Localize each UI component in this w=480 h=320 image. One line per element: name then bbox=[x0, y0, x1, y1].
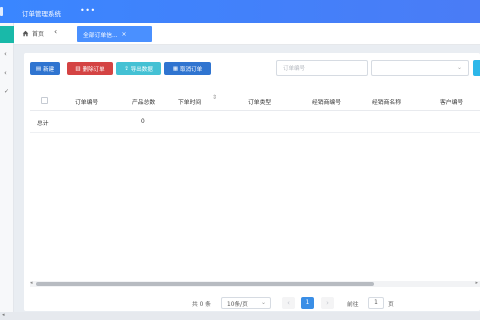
scroll-right-icon[interactable]: ▸ bbox=[475, 280, 478, 286]
sidebar-active-item[interactable] bbox=[0, 26, 14, 43]
total-label: 总计 bbox=[37, 121, 49, 127]
page-number-button[interactable]: 1 bbox=[301, 297, 314, 309]
home-icon bbox=[22, 30, 29, 37]
logo-edge bbox=[0, 7, 3, 16]
more-menu-icon[interactable]: ••• bbox=[80, 6, 96, 15]
new-button[interactable]: ▤ 新建 bbox=[30, 62, 60, 75]
column-header-order-time[interactable]: 下单时间 bbox=[178, 97, 201, 106]
search-button[interactable] bbox=[473, 60, 480, 76]
table-header: 订单编号 产品总数 下单时间 ⇕ 订单类型 经销商编号 经销商名称 客户编号 bbox=[30, 91, 480, 111]
list-icon: ▦ bbox=[172, 65, 179, 72]
tab-home-label: 首页 bbox=[32, 31, 45, 38]
chevron-down-icon: ⌄ bbox=[260, 299, 266, 306]
goto-label: 前往 bbox=[347, 302, 359, 308]
page-suffix-label: 页 bbox=[388, 302, 394, 308]
column-header-dealer-number[interactable]: 经销商编号 bbox=[312, 97, 341, 106]
goto-page-input[interactable]: 1 bbox=[368, 297, 384, 309]
scroll-left-icon[interactable]: ◂ bbox=[2, 312, 5, 318]
filter-select[interactable]: ⌄ bbox=[371, 60, 469, 76]
export-icon: ⇪ bbox=[124, 65, 129, 72]
total-product-count: 0 bbox=[141, 119, 145, 125]
cancel-order-label: 取消订单 bbox=[180, 66, 203, 73]
column-header-order-number[interactable]: 订单编号 bbox=[75, 97, 98, 106]
total-count: 共 0 条 bbox=[192, 302, 211, 308]
cancel-order-button[interactable]: ▦ 取消订单 bbox=[164, 62, 211, 75]
tab-all-orders[interactable]: 全部订单信... × bbox=[77, 26, 152, 42]
trash-icon: ▥ bbox=[75, 65, 81, 72]
prev-page-button[interactable]: ‹ bbox=[282, 297, 295, 309]
horizontal-scrollbar[interactable]: ◂ ▸ bbox=[30, 280, 480, 287]
column-header-dealer-name[interactable]: 经销商名称 bbox=[372, 97, 401, 106]
new-button-label: 新建 bbox=[43, 66, 55, 73]
select-all-checkbox[interactable] bbox=[41, 97, 48, 104]
tab-back-icon[interactable]: ‹ bbox=[54, 27, 57, 36]
table-summary-row: 总计 0 bbox=[30, 111, 480, 133]
app-title: 订单管理系统 bbox=[22, 10, 61, 18]
sidebar-check-icon[interactable]: ✓ bbox=[4, 88, 9, 95]
sort-icon[interactable]: ⇕ bbox=[212, 95, 217, 101]
page-size-select[interactable]: 10条/页 ⌄ bbox=[221, 297, 271, 309]
scrollbar-thumb[interactable] bbox=[36, 282, 374, 286]
tabs-bar: 首页 ‹ 全部订单信... × bbox=[14, 23, 480, 45]
delete-order-label: 删除订单 bbox=[82, 66, 105, 73]
close-icon[interactable]: × bbox=[122, 31, 127, 38]
pagination: 共 0 条 10条/页 ⌄ ‹ 1 › 前往 1 页 bbox=[24, 297, 480, 311]
column-header-order-type[interactable]: 订单类型 bbox=[248, 97, 271, 106]
sidebar-chevron-icon[interactable]: ‹ bbox=[4, 50, 7, 58]
column-header-product-count[interactable]: 产品总数 bbox=[132, 97, 155, 106]
scroll-left-icon[interactable]: ◂ bbox=[30, 280, 33, 286]
tab-home[interactable]: 首页 bbox=[22, 29, 44, 38]
tab-all-orders-label: 全部订单信... bbox=[83, 32, 118, 39]
sidebar-chevron-icon[interactable]: ‹ bbox=[4, 69, 7, 77]
chevron-down-icon: ⌄ bbox=[456, 64, 462, 71]
column-header-customer-number[interactable]: 客户编号 bbox=[440, 97, 463, 106]
export-data-button[interactable]: ⇪ 导出数据 bbox=[116, 62, 161, 75]
top-header-bar: 订单管理系统 ••• bbox=[0, 0, 480, 23]
export-data-label: 导出数据 bbox=[130, 66, 153, 73]
order-number-search-input[interactable]: 订单编号 bbox=[276, 60, 368, 76]
page-size-value: 10条/页 bbox=[227, 301, 248, 308]
delete-order-button[interactable]: ▥ 删除订单 bbox=[67, 62, 113, 75]
main-panel: ▤ 新建 ▥ 删除订单 ⇪ 导出数据 ▦ 取消订单 订单编号 ⌄ 订单编号 产品… bbox=[24, 53, 480, 311]
document-icon: ▤ bbox=[35, 65, 42, 72]
next-page-button[interactable]: › bbox=[321, 297, 334, 309]
window-horizontal-scrollbar[interactable]: ◂ bbox=[0, 312, 480, 320]
sidebar: ‹ ‹ ✓ bbox=[0, 23, 14, 320]
